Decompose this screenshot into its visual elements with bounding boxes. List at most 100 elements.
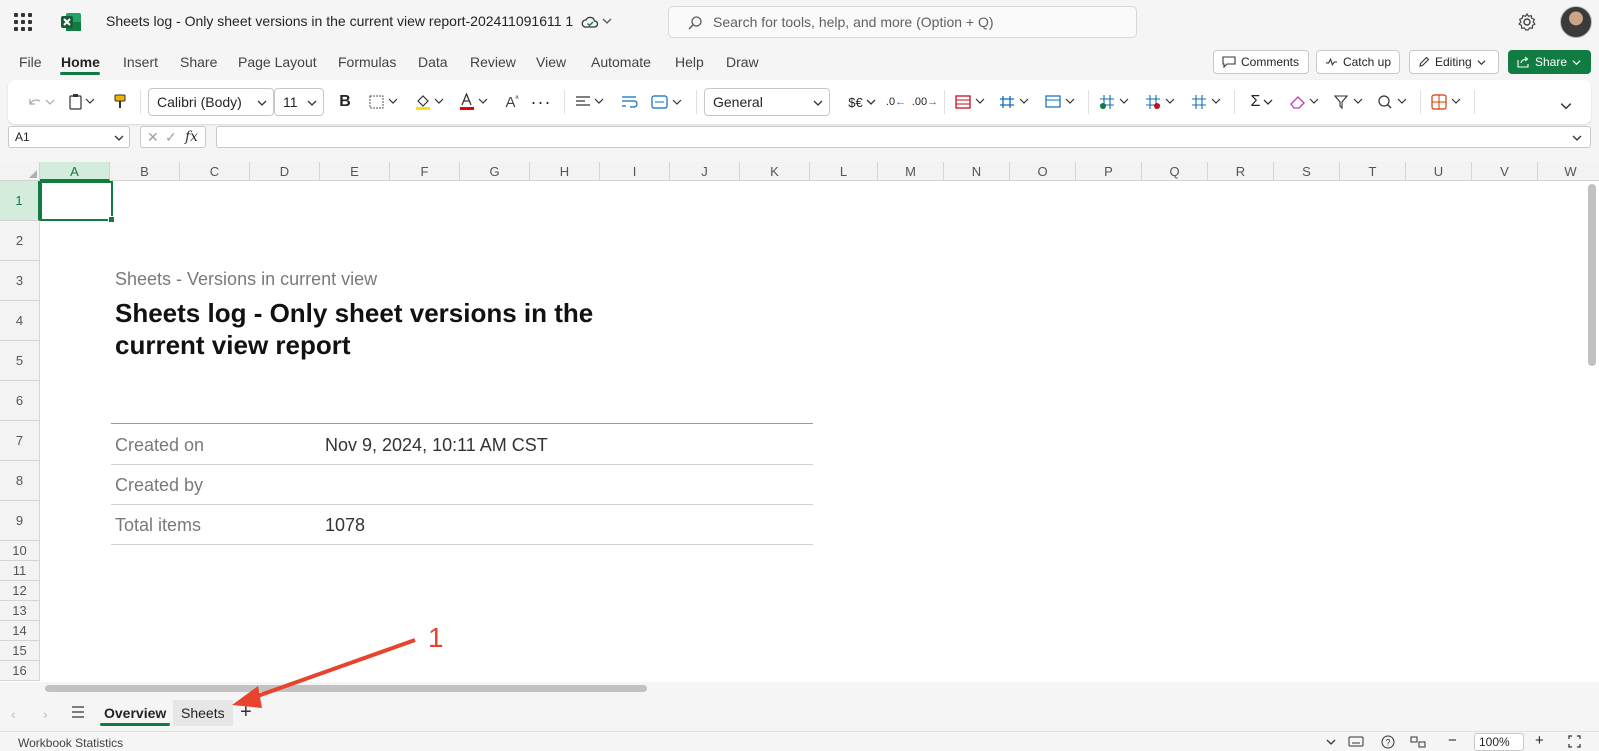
chevron-down-icon[interactable] [602,16,612,26]
tab-share[interactable]: Share [180,54,217,70]
find-select-button[interactable] [1376,90,1412,114]
column-header-v[interactable]: V [1472,162,1538,181]
decrease-decimal-button[interactable]: .0← [886,90,906,114]
fullscreen-icon[interactable] [1568,735,1581,748]
zoom-dropdown[interactable]: 100% [1474,733,1524,751]
zoom-out-icon[interactable]: − [1448,732,1457,749]
font-name-dropdown[interactable]: Calibri (Body) [148,88,274,116]
row-header-14[interactable]: 14 [0,621,40,641]
column-header-s[interactable]: S [1274,162,1340,181]
column-header-c[interactable]: C [180,162,250,181]
user-avatar[interactable] [1560,6,1592,38]
row-header-15[interactable]: 15 [0,641,40,661]
column-header-q[interactable]: Q [1142,162,1208,181]
catch-up-button[interactable]: Catch up [1316,50,1400,74]
column-header-h[interactable]: H [530,162,600,181]
tab-insert[interactable]: Insert [123,54,158,70]
gear-icon[interactable] [1517,12,1537,32]
row-header-10[interactable]: 10 [0,541,40,561]
cell-styles-button[interactable] [1044,90,1080,114]
increase-decimal-button[interactable]: .00→ [912,90,938,114]
column-header-a[interactable]: A [40,162,110,181]
tab-formulas[interactable]: Formulas [338,54,396,70]
sheet-tab-sheets[interactable]: Sheets [173,700,233,726]
text-effects-button[interactable]: Aª [502,90,522,114]
share-button[interactable]: Share [1508,50,1591,74]
tab-home[interactable]: Home [61,54,100,70]
chevron-down-icon[interactable] [1326,737,1336,747]
row-header-5[interactable]: 5 [0,341,40,381]
row-header-13[interactable]: 13 [0,601,40,621]
column-header-k[interactable]: K [740,162,810,181]
row-header-8[interactable]: 8 [0,461,40,501]
horizontal-scrollbar[interactable] [45,685,647,692]
keyboard-icon[interactable] [1348,735,1364,748]
row-header-2[interactable]: 2 [0,221,40,261]
column-header-r[interactable]: R [1208,162,1274,181]
font-color-button[interactable] [458,90,494,114]
row-header-1[interactable]: 1 [0,181,40,221]
insert-function-icon[interactable]: fx [185,129,198,145]
tab-help[interactable]: Help [675,54,704,70]
row-header-11[interactable]: 11 [0,561,40,581]
next-sheet-icon[interactable]: › [43,706,48,722]
row-header-7[interactable]: 7 [0,421,40,461]
fill-color-button[interactable] [414,90,450,114]
insert-cells-button[interactable] [1098,90,1134,114]
row-header-9[interactable]: 9 [0,501,40,541]
column-header-p[interactable]: P [1076,162,1142,181]
clear-button[interactable] [1288,90,1324,114]
column-header-j[interactable]: J [670,162,740,181]
search-input[interactable] [713,12,1113,32]
more-font-options-button[interactable]: ··· [530,90,552,114]
align-button[interactable] [574,90,610,114]
cloud-saved-icon[interactable] [581,14,599,30]
add-ins-button[interactable] [1430,90,1466,114]
currency-button[interactable]: $€ [844,90,880,114]
active-cell-a1[interactable] [40,181,115,223]
column-header-u[interactable]: U [1406,162,1472,181]
tab-automate[interactable]: Automate [591,54,651,70]
number-format-dropdown[interactable]: General [704,88,830,116]
search-box[interactable] [668,6,1137,38]
row-header-4[interactable]: 4 [0,301,40,341]
column-header-t[interactable]: T [1340,162,1406,181]
column-header-n[interactable]: N [944,162,1010,181]
column-header-e[interactable]: E [320,162,390,181]
column-header-g[interactable]: G [460,162,530,181]
column-header-l[interactable]: L [810,162,878,181]
zoom-in-icon[interactable]: + [1535,732,1544,749]
tab-data[interactable]: Data [418,54,448,70]
tab-file[interactable]: File [19,54,42,70]
tab-draw[interactable]: Draw [726,54,759,70]
comments-button[interactable]: Comments [1213,50,1309,74]
format-cells-button[interactable] [1190,90,1226,114]
row-header-16[interactable]: 16 [0,661,40,681]
column-header-w[interactable]: W [1538,162,1599,181]
column-header-i[interactable]: I [600,162,670,181]
bold-button[interactable]: B [336,90,354,114]
autosum-button[interactable]: Σ [1244,90,1280,114]
conditional-formatting-button[interactable] [954,90,990,114]
all-sheets-menu-icon[interactable] [71,706,85,718]
add-sheet-icon[interactable]: + [240,701,252,724]
column-header-f[interactable]: F [390,162,460,181]
tab-view[interactable]: View [536,54,566,70]
font-size-dropdown[interactable]: 11 [274,88,324,116]
sort-filter-button[interactable] [1332,90,1368,114]
name-box[interactable]: A1 [8,126,130,148]
row-header-12[interactable]: 12 [0,581,40,601]
format-painter-button[interactable] [110,90,130,114]
checkmark-icon[interactable]: ✓ [165,129,177,146]
borders-button[interactable] [368,90,404,114]
workbook-statistics-link[interactable]: Workbook Statistics [18,736,123,750]
prev-sheet-icon[interactable]: ‹ [11,706,16,722]
paste-button[interactable] [66,90,100,114]
worksheet-grid[interactable]: ABCDEFGHIJKLMNOPQRSTUVW 1 2 3 4 5 6 7 8 9 10 11 12 1… [0,162,1599,682]
delete-cells-button[interactable] [1144,90,1180,114]
tab-page-layout[interactable]: Page Layout [238,54,317,70]
vertical-scrollbar[interactable] [1588,184,1596,366]
merge-button[interactable] [650,90,686,114]
view-options-icon[interactable] [1410,735,1426,749]
row-header-3[interactable]: 3 [0,261,40,301]
